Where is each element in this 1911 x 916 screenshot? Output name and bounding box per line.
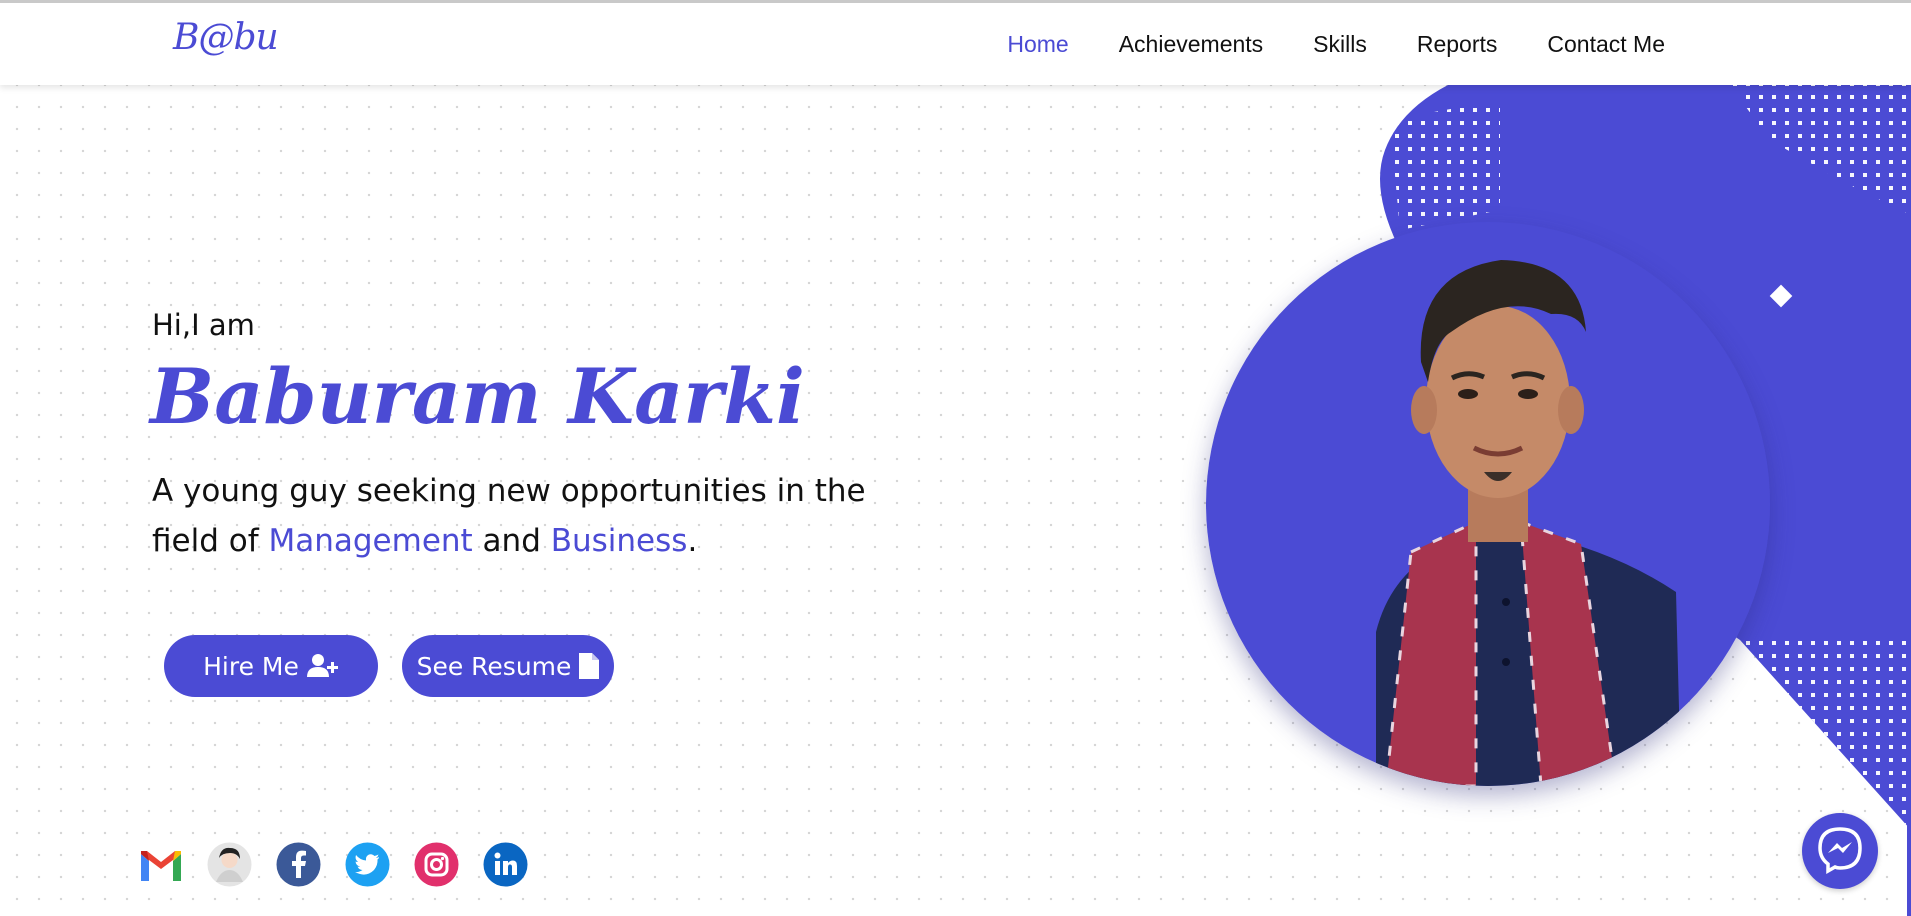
nav-achievements[interactable]: Achievements [1119,31,1263,58]
see-resume-button[interactable]: See Resume [402,635,614,697]
tagline-highlight-business: Business [550,523,688,559]
scroll-edge [1907,85,1911,916]
twitter-icon[interactable] [345,842,390,887]
hire-me-label: Hire Me [203,651,299,681]
file-icon [579,653,600,679]
profile-photo [1206,222,1770,786]
nav-reports[interactable]: Reports [1417,31,1498,58]
top-border [0,0,1911,3]
navbar: B@bu Home Achievements Skills Reports Co… [0,3,1911,85]
nav-skills[interactable]: Skills [1313,31,1367,58]
hero-name: Baburam Karki [150,352,805,441]
tagline: A young guy seeking new opportunities in… [152,466,912,566]
facebook-icon[interactable] [276,842,321,887]
tagline-end: . [687,523,698,559]
avatar-icon[interactable] [207,842,252,887]
social-links [138,842,528,887]
nav-contact[interactable]: Contact Me [1547,31,1665,58]
person-illustration [1206,222,1770,786]
tagline-text-2: and [472,523,551,559]
user-plus-icon [306,653,339,679]
messenger-chat-button[interactable] [1802,813,1878,889]
nav-home[interactable]: Home [1007,31,1068,58]
logo[interactable]: B@bu [173,17,279,58]
hire-me-button[interactable]: Hire Me [164,635,378,697]
greeting: Hi,I am [152,308,255,342]
nav-links: Home Achievements Skills Reports Contact… [1007,31,1665,58]
see-resume-label: See Resume [416,651,572,681]
instagram-icon[interactable] [414,842,459,887]
gmail-icon[interactable] [138,842,183,887]
linkedin-icon[interactable] [483,842,528,887]
messenger-icon [1815,824,1865,878]
tagline-highlight-management: Management [268,523,473,559]
